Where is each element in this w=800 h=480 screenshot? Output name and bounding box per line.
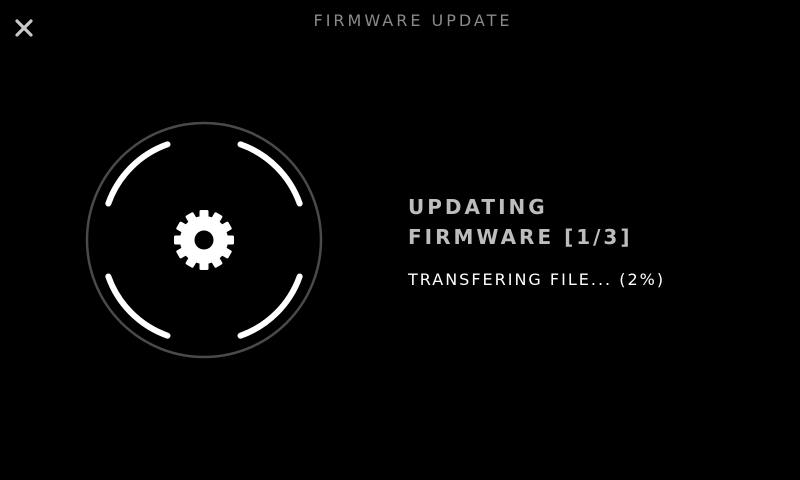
status-panel: UPDATING FIRMWARE [1/3] TRANSFERING FILE… <box>408 192 788 289</box>
status-title-line1: UPDATING <box>408 195 548 219</box>
progress-spinner <box>84 120 324 360</box>
spinner-arc-top-right <box>237 141 303 207</box>
spinner-arc-top-left <box>105 141 171 207</box>
gear-icon <box>174 210 234 270</box>
spinner-arc-bottom-right <box>237 273 303 339</box>
spinner-arc-bottom-left <box>105 273 171 339</box>
spinner-graphic <box>85 121 323 359</box>
status-title-line2: FIRMWARE [1/3] <box>408 225 633 249</box>
page-title: FIRMWARE UPDATE <box>313 11 513 30</box>
status-detail: TRANSFERING FILE... (2%) <box>408 270 666 289</box>
status-title: UPDATING FIRMWARE [1/3] <box>408 192 788 252</box>
